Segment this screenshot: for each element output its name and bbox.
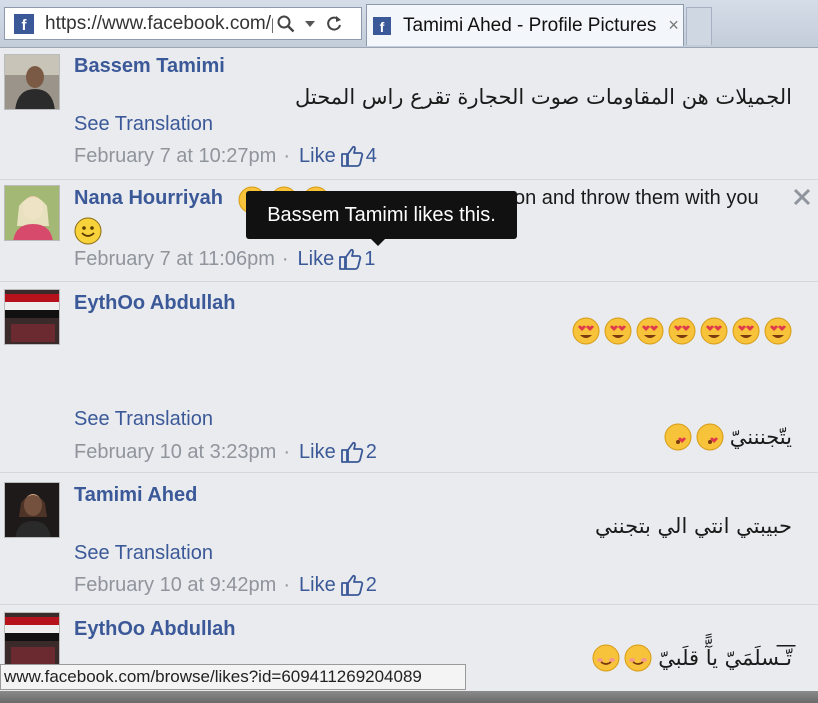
avatar[interactable] [4, 54, 60, 110]
comment-body-line: يتّجنننيّ [664, 423, 792, 451]
like-link[interactable]: Like [299, 574, 336, 597]
like-count[interactable]: 1 [364, 248, 375, 271]
comment-text: on and throw them with you [514, 187, 759, 209]
search-icon[interactable] [275, 13, 297, 35]
heart-eyes-emoji-icon [604, 317, 632, 345]
separator: · [283, 440, 291, 463]
blush-emoji-icon [624, 644, 652, 672]
comment-body-line: تّ͞͞͞ـسلَمَيّ يآًّ قلَبيّ [592, 644, 792, 672]
separator: · [283, 144, 291, 167]
url-text[interactable]: https://www.facebook.com/p [45, 13, 273, 35]
comment-meta: February 7 at 10:27pm · Like 4 [74, 144, 377, 168]
tab-title: Tamimi Ahed - Profile Pictures [403, 14, 657, 36]
facebook-favicon-icon: f [14, 13, 34, 34]
emoji-row [664, 423, 724, 451]
tab-profile-pictures[interactable]: f Tamimi Ahed - Profile Pictures × [366, 4, 684, 46]
heart-eyes-emoji-icon [732, 317, 760, 345]
comment-list: Bassem Tamimi الجميلات هن المقاومات صوت … [0, 49, 818, 703]
heart-eyes-emoji-icon [700, 317, 728, 345]
comment-author[interactable]: Bassem Tamimi [74, 55, 225, 78]
like-count[interactable]: 2 [366, 574, 377, 597]
like-count[interactable]: 2 [366, 441, 377, 464]
like-link[interactable]: Like [299, 145, 336, 168]
see-translation-link[interactable]: See Translation [74, 408, 213, 431]
comment-text: الجميلات هن المقاومات صوت الحجارة تقرع ر… [294, 85, 792, 109]
close-icon[interactable] [792, 187, 812, 207]
avatar[interactable] [4, 482, 60, 538]
comment-author[interactable]: Nana Hourriyah [74, 187, 223, 210]
comment-text: تّ͞͞͞ـسلَمَيّ يآًّ قلَبيّ [658, 646, 792, 670]
heart-eyes-emoji-icon [668, 317, 696, 345]
comment-meta: February 7 at 11:06pm · Like 1 [74, 247, 375, 271]
address-bar[interactable]: f https://www.facebook.com/p [4, 7, 362, 40]
kiss-emoji-icon [664, 423, 692, 451]
separator: · [283, 573, 291, 596]
browser-chrome: f https://www.facebook.com/p f Tamimi Ah… [0, 0, 818, 48]
close-icon[interactable]: × [668, 15, 679, 36]
emoji-row [572, 317, 792, 345]
avatar[interactable] [4, 185, 60, 241]
likes-tooltip: Bassem Tamimi likes this. [246, 191, 517, 239]
comment-text: يتّجنننيّ [729, 425, 792, 449]
dropdown-icon[interactable] [299, 13, 321, 35]
refresh-icon[interactable] [323, 13, 345, 35]
facebook-favicon-icon: f [373, 16, 391, 35]
comment-meta: February 10 at 9:42pm · Like 2 [74, 573, 377, 597]
comment-date[interactable]: February 10 at 9:42pm [74, 574, 276, 597]
smile-emoji-icon [74, 217, 102, 245]
like-link[interactable]: Like [298, 248, 335, 271]
comment-meta: February 10 at 3:23pm · Like 2 [74, 440, 377, 464]
comment-item: Tamimi Ahed حبيبتي انتي الي بتجنني See T… [0, 474, 818, 605]
tooltip-arrow [370, 238, 386, 246]
blush-emoji-icon [592, 644, 620, 672]
like-link[interactable]: Like [299, 441, 336, 464]
emoji-row [592, 644, 652, 672]
comment-text: حبيبتي انتي الي بتجنني [594, 514, 792, 538]
taskbar-strip [0, 691, 818, 703]
see-translation-link[interactable]: See Translation [74, 542, 213, 565]
thumbs-up-icon[interactable] [340, 144, 364, 168]
comment-item: Bassem Tamimi الجميلات هن المقاومات صوت … [0, 49, 818, 180]
heart-eyes-emoji-icon [572, 317, 600, 345]
comment-author[interactable]: Tamimi Ahed [74, 484, 197, 507]
status-bar-url: www.facebook.com/browse/likes?id=6094112… [0, 664, 466, 690]
heart-eyes-emoji-icon [764, 317, 792, 345]
thumbs-up-icon[interactable] [340, 573, 364, 597]
comment-date[interactable]: February 7 at 10:27pm [74, 145, 276, 168]
comment-author[interactable]: EythOo Abdullah [74, 292, 235, 315]
thumbs-up-icon[interactable] [340, 440, 364, 464]
heart-eyes-emoji-icon [636, 317, 664, 345]
avatar[interactable] [4, 289, 60, 345]
comment-date[interactable]: February 10 at 3:23pm [74, 441, 276, 464]
avatar[interactable] [4, 612, 60, 668]
separator: · [281, 247, 289, 270]
comment-date[interactable]: February 7 at 11:06pm [74, 248, 275, 271]
comment-author[interactable]: EythOo Abdullah [74, 618, 235, 641]
kiss-emoji-icon [696, 423, 724, 451]
like-count[interactable]: 4 [366, 145, 377, 168]
see-translation-link[interactable]: See Translation [74, 113, 213, 136]
thumbs-up-icon[interactable] [338, 247, 362, 271]
new-tab-button[interactable] [686, 7, 712, 45]
